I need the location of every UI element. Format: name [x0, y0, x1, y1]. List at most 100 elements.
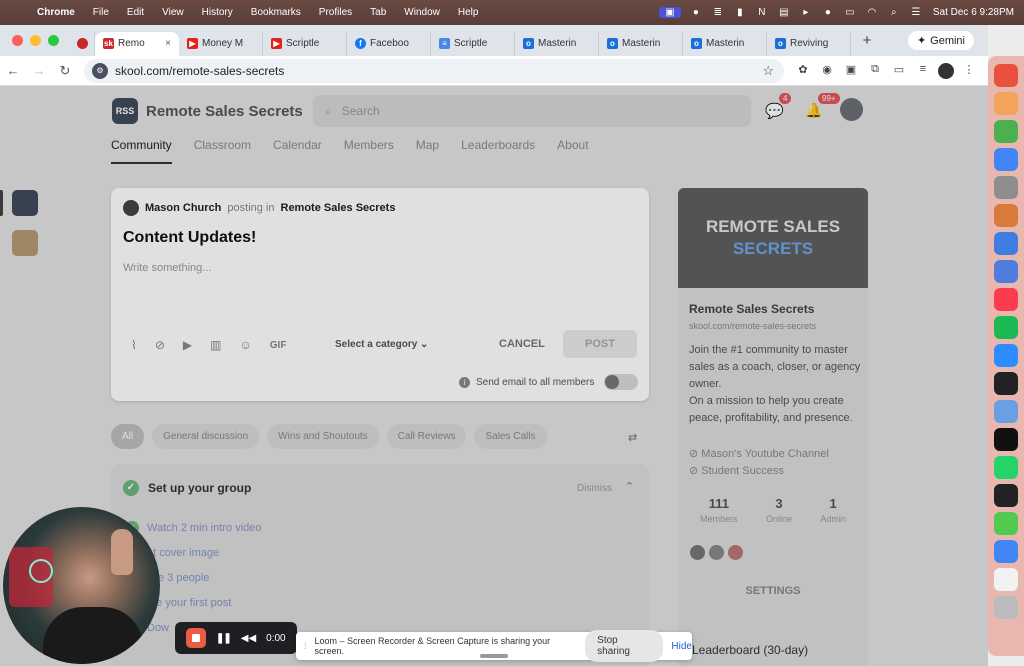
filter-general-discussion[interactable]: General discussion [152, 424, 260, 449]
sort-filter-icon[interactable]: ⇄ [628, 431, 637, 444]
user-icon[interactable]: ● [817, 7, 839, 18]
filter-wins-and-shoutouts[interactable]: Wins and Shoutouts [267, 424, 379, 449]
tab-close-icon[interactable]: × [165, 38, 171, 49]
dock-app-icon[interactable] [994, 344, 1018, 367]
pause-icon[interactable]: ❚❚ [216, 633, 232, 644]
cancel-button[interactable]: CANCEL [499, 338, 545, 350]
search-input[interactable]: ⌕ Search [313, 95, 751, 127]
chat-icon[interactable]: 💬 [765, 102, 784, 120]
member-avatar[interactable] [708, 544, 725, 561]
browser-tab[interactable]: ▶ Scriptle [263, 31, 347, 56]
filter-sales-calls[interactable]: Sales Calls [474, 424, 547, 449]
category-select[interactable]: Select a category ⌄ [335, 339, 428, 350]
dock-app-icon[interactable] [994, 596, 1018, 619]
profile-avatar[interactable] [938, 62, 954, 79]
dock-app-icon[interactable] [994, 316, 1018, 339]
post-body-field[interactable]: Write something... [123, 262, 211, 274]
minimize-window-button[interactable] [30, 35, 41, 46]
hide-button[interactable]: Hide [671, 641, 692, 652]
gemini-button[interactable]: ✦ Gemini [907, 31, 974, 50]
dismiss-button[interactable]: Dismiss [577, 483, 612, 494]
browser-tab[interactable]: ≡ Scriptle [431, 31, 515, 56]
dock-app-icon[interactable] [994, 540, 1018, 563]
group-rail-item-cat[interactable] [12, 230, 38, 256]
group-switcher[interactable]: RSS Remote Sales Secrets ⇕ [112, 98, 328, 124]
back-arrow-icon[interactable]: ← [0, 63, 26, 78]
dock-app-icon[interactable] [994, 176, 1018, 199]
new-tab-button[interactable]: + [855, 32, 879, 49]
tab-search-icon[interactable]: ▭ [890, 63, 908, 79]
filter-all[interactable]: All [111, 424, 145, 449]
layers-icon[interactable]: ≣ [707, 7, 729, 18]
tab-leaderboards[interactable]: Leaderboards [461, 138, 535, 164]
battery-icon[interactable]: ▭ [839, 7, 861, 18]
loom-camera-bubble[interactable] [3, 507, 160, 664]
menubar-clock[interactable]: Sat Dec 6 9:28PM [927, 7, 1024, 18]
menu-edit[interactable]: Edit [118, 7, 153, 18]
dock-app-icon[interactable] [994, 400, 1018, 423]
chevron-up-icon[interactable]: ⌃ [625, 480, 634, 493]
filter-call-reviews[interactable]: Call Reviews [386, 424, 467, 449]
dock-app-icon[interactable] [994, 92, 1018, 115]
notification-bell-icon[interactable]: 🔔 [805, 102, 822, 119]
setup-step[interactable]: ✓ Watch 2 min intro video [125, 520, 262, 536]
menu-app-name[interactable]: Chrome [28, 7, 84, 18]
tab-community[interactable]: Community [111, 138, 172, 164]
control-center-icon[interactable]: ☰ [905, 7, 927, 18]
close-window-button[interactable] [12, 35, 23, 46]
dock-app-icon[interactable] [994, 232, 1018, 255]
menu-window[interactable]: Window [395, 7, 449, 18]
banner-resize-handle[interactable] [480, 654, 508, 658]
chrome-menu-icon[interactable]: ⋮ [960, 63, 978, 79]
bookmark-star-icon[interactable]: ☆ [762, 63, 774, 79]
address-bar[interactable]: ⚙ skool.com/remote-sales-secrets ☆ [84, 58, 784, 83]
tab-calendar[interactable]: Calendar [273, 138, 322, 164]
dock-app-icon[interactable] [994, 148, 1018, 171]
extension-colorful-icon[interactable]: ✿ [794, 63, 812, 79]
browser-tab[interactable]: sk Remo × [95, 31, 179, 56]
browser-tab-recording[interactable] [71, 31, 95, 56]
user-avatar[interactable] [840, 98, 863, 121]
forward-arrow-icon[interactable]: → [26, 63, 52, 78]
browser-tab[interactable]: o Masterin [515, 31, 599, 56]
audio-bars-icon[interactable]: ▮ [729, 7, 751, 18]
tab-classroom[interactable]: Classroom [194, 138, 251, 164]
dock-app-icon[interactable] [994, 428, 1018, 451]
menu-bookmarks[interactable]: Bookmarks [242, 7, 310, 18]
group-rail-item-rss[interactable] [12, 190, 38, 216]
menu-tab[interactable]: Tab [361, 7, 395, 18]
browser-tab[interactable]: o Reviving [767, 31, 851, 56]
dock-app-icon[interactable] [994, 204, 1018, 227]
browser-tab[interactable]: f Faceboo [347, 31, 431, 56]
menu-file[interactable]: File [84, 7, 118, 18]
settings-button[interactable]: SETTINGS [678, 585, 868, 597]
dock-app-icon[interactable] [994, 64, 1018, 87]
link-icon[interactable]: ⊘ [155, 338, 165, 352]
dock-app-icon[interactable] [994, 288, 1018, 311]
menu-history[interactable]: History [193, 7, 242, 18]
stat-online[interactable]: 3 Online [766, 496, 792, 525]
clipboard-icon[interactable]: ▤ [773, 7, 795, 18]
url-text[interactable]: skool.com/remote-sales-secrets [115, 64, 284, 78]
dock-app-icon[interactable] [994, 372, 1018, 395]
browser-tab[interactable]: o Masterin [599, 31, 683, 56]
dock-app-icon[interactable] [994, 120, 1018, 143]
browser-tab[interactable]: ▶ Money M [179, 31, 263, 56]
email-members-toggle[interactable] [604, 374, 639, 390]
rewind-icon[interactable]: ◀◀ [241, 633, 256, 644]
stop-recording-button[interactable] [186, 628, 206, 648]
media-control-icon[interactable]: ≡ [914, 63, 932, 79]
poll-icon[interactable]: ▥ [210, 338, 221, 352]
student-success-link[interactable]: ⊘ Student Success [689, 463, 829, 480]
stat-admin[interactable]: 1 Admin [820, 496, 846, 525]
extension-translate-icon[interactable]: ▣ [842, 63, 860, 79]
reload-icon[interactable]: ↻ [52, 63, 78, 79]
wifi-icon[interactable]: ◠ [861, 7, 883, 18]
menu-profiles[interactable]: Profiles [310, 7, 361, 18]
dock-app-icon[interactable] [994, 260, 1018, 283]
screen-record-icon[interactable]: ▣ [658, 7, 681, 18]
tab-members[interactable]: Members [344, 138, 394, 164]
zoom-window-button[interactable] [48, 35, 59, 46]
gif-button[interactable]: GIF [270, 340, 287, 351]
member-avatar[interactable] [727, 544, 744, 561]
